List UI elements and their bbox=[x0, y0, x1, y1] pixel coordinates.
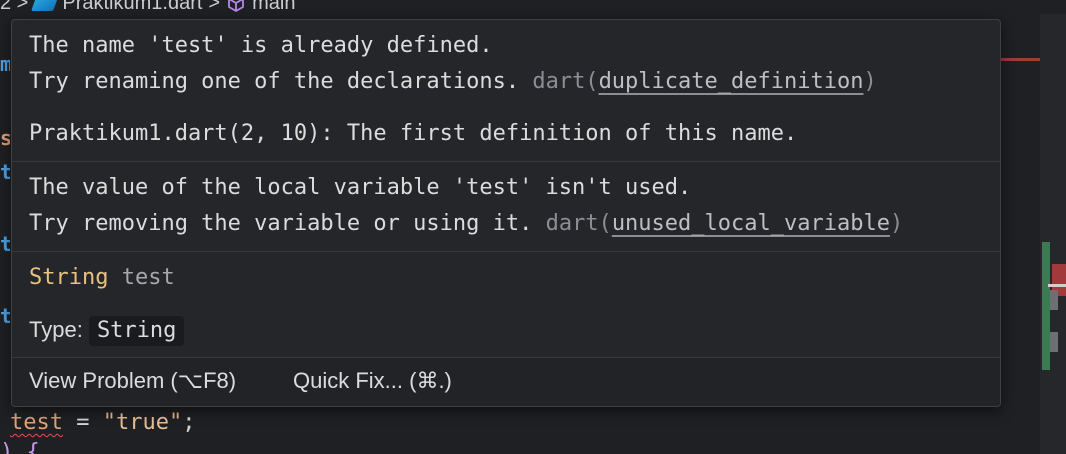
scrollbar-highlight bbox=[1050, 332, 1058, 352]
breadcrumb: 2 > Praktikum1.dart > main bbox=[0, 0, 295, 14]
problem-hint-text: Try renaming one of the declarations. bbox=[29, 69, 520, 94]
problem-source-close: ) bbox=[889, 211, 904, 236]
terminator-token: ; bbox=[182, 410, 196, 435]
gutter-char: m bbox=[0, 52, 10, 76]
operator-token: = bbox=[62, 410, 103, 435]
gutter-char: s bbox=[0, 126, 10, 150]
problem-message: The name 'test' is already defined. bbox=[29, 33, 493, 58]
type-label: Type: bbox=[29, 317, 83, 342]
type-value-chip: String bbox=[88, 316, 185, 346]
dart-file-icon bbox=[31, 0, 60, 11]
scrollbar-cursor-marker bbox=[1048, 284, 1066, 287]
code-line-next[interactable]: ) { bbox=[0, 440, 40, 454]
signature-name: test bbox=[108, 265, 175, 290]
signature-type: String bbox=[29, 265, 109, 290]
gutter-char: t bbox=[0, 232, 10, 256]
problem-source: dart( bbox=[532, 69, 599, 94]
view-problem-button[interactable]: View Problem (⌥F8) bbox=[29, 368, 236, 394]
breadcrumb-file[interactable]: Praktikum1.dart bbox=[62, 0, 202, 15]
symbol-signature: String test bbox=[29, 265, 175, 291]
error-line-marker bbox=[1000, 58, 1040, 61]
diagnostic-code-link[interactable]: duplicate_definition bbox=[599, 69, 864, 94]
scrollbar-change-marker bbox=[1042, 242, 1050, 370]
type-info: Type: String bbox=[29, 316, 185, 346]
scrollbar-thumb[interactable] bbox=[1050, 290, 1058, 310]
breadcrumb-symbol[interactable]: main bbox=[252, 0, 295, 15]
string-token: "true" bbox=[102, 410, 183, 435]
related-message: The first definition of this name. bbox=[333, 121, 798, 146]
method-icon bbox=[228, 0, 245, 13]
variable-token[interactable]: test bbox=[10, 410, 63, 435]
editor-scrollbar[interactable] bbox=[1040, 14, 1066, 454]
diagnostic-code-link[interactable]: unused_local_variable bbox=[612, 211, 890, 236]
divider bbox=[12, 161, 1000, 162]
code-line[interactable]: test = "true"; bbox=[10, 410, 195, 435]
breadcrumb-separator: > bbox=[208, 0, 221, 14]
breadcrumb-prefix[interactable]: 2 > bbox=[0, 0, 28, 15]
problem-source: dart( bbox=[545, 211, 612, 236]
problem-hint: Try removing the variable or using it. d… bbox=[29, 211, 903, 237]
related-info[interactable]: Praktikum1.dart(2, 10): The first defini… bbox=[29, 121, 797, 147]
gutter-char: t bbox=[0, 160, 10, 184]
problem-hint-text: Try removing the variable or using it. bbox=[29, 211, 533, 236]
quick-fix-button[interactable]: Quick Fix... (⌘.) bbox=[293, 368, 452, 394]
problem-hint: Try renaming one of the declarations. da… bbox=[29, 69, 877, 95]
problem-source-close: ) bbox=[863, 69, 877, 94]
problem-message: The value of the local variable 'test' i… bbox=[29, 175, 692, 200]
hover-status-bar: View Problem (⌥F8) Quick Fix... (⌘.) bbox=[12, 357, 1000, 406]
related-location[interactable]: Praktikum1.dart(2, 10): bbox=[29, 121, 334, 146]
hover-popup: The name 'test' is already defined. Try … bbox=[11, 19, 1001, 407]
gutter-char: t bbox=[0, 304, 10, 328]
divider bbox=[12, 251, 1000, 252]
